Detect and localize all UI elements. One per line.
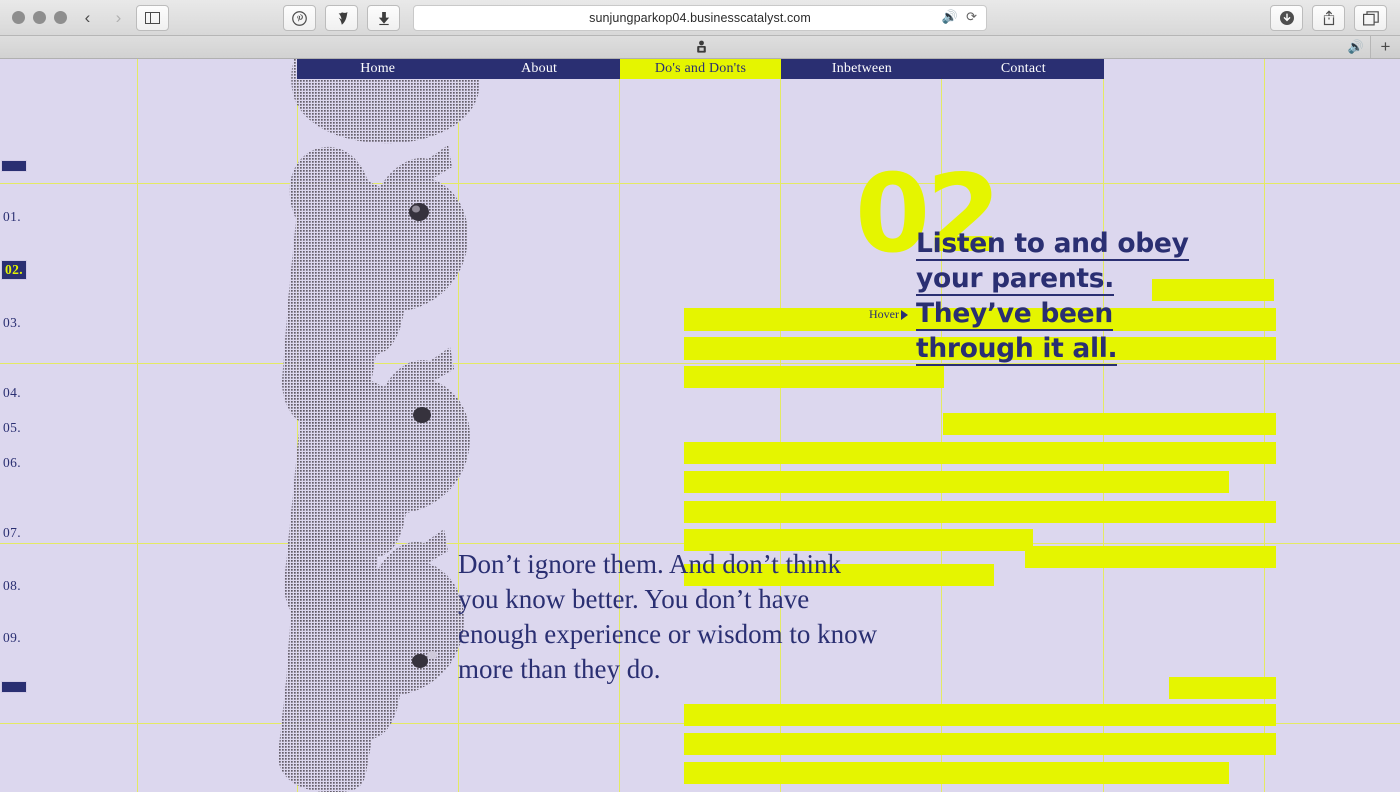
nav-item-contact[interactable]: Contact <box>943 59 1104 79</box>
site-favicon-icon[interactable] <box>693 39 709 56</box>
new-tab-button[interactable]: + <box>1370 36 1400 58</box>
highlight-bar <box>1169 677 1276 699</box>
sidebar-marker-top[interactable] <box>1 160 27 172</box>
hover-label: Hover <box>869 307 899 321</box>
highlight-bar <box>684 366 944 388</box>
sidebar-marker-bottom[interactable] <box>1 681 27 693</box>
sidebar-item-04[interactable]: 04. <box>3 385 21 401</box>
url-text: sunjungparkop04.businesscatalyst.com <box>589 11 811 25</box>
browser-window: ‹ › sunjungparkop04.businesscatalyst.com… <box>0 0 1400 792</box>
share-icon <box>1323 10 1334 26</box>
sidebar-item-02[interactable]: 02. <box>1 260 28 280</box>
download-arrow-icon <box>378 11 389 25</box>
hover-hint[interactable]: Hover <box>869 307 908 322</box>
minimize-window-button[interactable] <box>33 11 46 24</box>
highlight-bar <box>684 471 1229 493</box>
sidebar-item-03[interactable]: 03. <box>3 315 21 331</box>
body-copy: Don’t ignore them. And don’t think you k… <box>458 549 878 684</box>
download-helper-button[interactable] <box>367 5 400 31</box>
tab-bar: 🔊 + <box>0 36 1400 59</box>
highlight-bar <box>684 442 1276 464</box>
page-headline-text: Listen to and obey your parents. They’ve… <box>916 228 1189 366</box>
highlight-bar <box>684 704 1276 726</box>
reload-icon[interactable]: ⟳ <box>966 10 977 23</box>
pinterest-save-button[interactable] <box>283 5 316 31</box>
navigation-buttons: ‹ › <box>72 5 134 31</box>
pinterest-icon <box>292 10 307 26</box>
maximize-window-button[interactable] <box>54 11 67 24</box>
sidebar-item-06[interactable]: 06. <box>3 455 21 471</box>
highlight-bar <box>684 501 1276 523</box>
sidebar-item-05[interactable]: 05. <box>3 420 21 436</box>
highlight-bar <box>684 762 1229 784</box>
pocket-icon <box>338 11 347 25</box>
close-window-button[interactable] <box>12 11 25 24</box>
forward-button[interactable]: › <box>103 5 134 31</box>
sidebar-item-09[interactable]: 09. <box>3 630 21 646</box>
show-sidebar-button[interactable] <box>136 5 169 31</box>
downloads-icon <box>1279 11 1294 25</box>
nav-item-dos-donts[interactable]: Do's and Don'ts <box>619 59 782 79</box>
nav-item-about[interactable]: About <box>458 59 619 79</box>
address-bar-icons: 🔊 ⟳ <box>942 10 977 23</box>
rhino-illustration-3 <box>278 529 464 792</box>
pocket-save-button[interactable] <box>325 5 358 31</box>
tab-mute-icon[interactable]: 🔊 <box>1348 39 1364 55</box>
extension-buttons <box>283 5 400 31</box>
downloads-button[interactable] <box>1270 5 1303 31</box>
nav-item-inbetween[interactable]: Inbetween <box>781 59 942 79</box>
sidebar-item-08[interactable]: 08. <box>3 578 21 594</box>
window-controls <box>12 11 67 24</box>
page-headline: Listen to and obey your parents. They’ve… <box>916 226 1216 366</box>
share-button[interactable] <box>1312 5 1345 31</box>
back-button[interactable]: ‹ <box>72 5 103 31</box>
site-navigation: Home About Do's and Don'ts Inbetween Con… <box>297 59 1104 79</box>
hover-arrow-icon <box>901 309 908 320</box>
chapter-sidebar: 01. 02. 03. 04. 05. 06. 07. 08. 09. <box>0 59 137 792</box>
highlight-bar <box>943 413 1276 435</box>
tab-overview-button[interactable] <box>1354 5 1387 31</box>
sidebar-item-07[interactable]: 07. <box>3 525 21 541</box>
tab-audio-icon[interactable]: 🔊 <box>942 10 958 23</box>
address-bar[interactable]: sunjungparkop04.businesscatalyst.com 🔊 ⟳ <box>413 5 987 31</box>
site-favicon <box>696 40 706 53</box>
toolbar-right-buttons <box>1270 5 1387 31</box>
highlight-bar <box>1025 546 1276 568</box>
tabs-overview-icon <box>1362 10 1379 26</box>
nav-item-home[interactable]: Home <box>297 59 458 79</box>
highlight-bar <box>684 733 1276 755</box>
browser-toolbar: ‹ › sunjungparkop04.businesscatalyst.com… <box>0 0 1400 36</box>
web-page: 01. 02. 03. 04. 05. 06. 07. 08. 09. Home… <box>0 59 1400 792</box>
sidebar-item-01[interactable]: 01. <box>3 209 21 225</box>
sidebar-icon <box>145 12 160 24</box>
